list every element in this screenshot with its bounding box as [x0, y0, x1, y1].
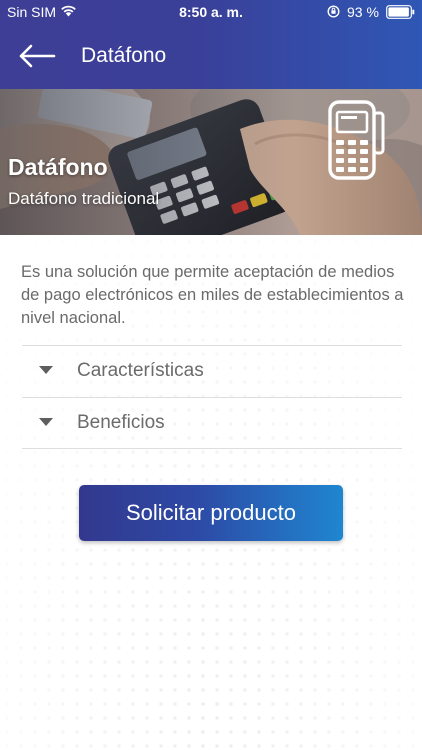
status-bar: Sin SIM 8:50 a. m. 93 %	[0, 0, 422, 24]
accordion-item-caracteristicas[interactable]: Características	[22, 345, 402, 397]
product-description: Es una solución que permite aceptación d…	[21, 263, 404, 327]
rotation-lock-icon	[327, 5, 340, 18]
accordion-item-beneficios[interactable]: Beneficios	[22, 397, 402, 449]
accordion-label: Características	[77, 360, 204, 381]
accordion-label: Beneficios	[77, 412, 165, 433]
hero-banner: Datáfono Datáfono tradicional	[0, 89, 422, 235]
product-title: Datáfono	[8, 154, 108, 180]
page-title: Datáfono	[81, 44, 167, 67]
arrow-left-icon	[19, 44, 56, 68]
back-button[interactable]	[14, 38, 60, 74]
pos-terminal-icon	[328, 100, 385, 180]
app-header: Sin SIM 8:50 a. m. 93 % Datáfono	[0, 0, 422, 89]
battery-percentage: 93 %	[347, 4, 379, 20]
caret-down-icon	[39, 418, 53, 426]
details-accordion: Características Beneficios	[22, 345, 402, 449]
product-subtitle: Datáfono tradicional	[8, 189, 160, 208]
request-product-button[interactable]: Solicitar producto	[79, 485, 343, 541]
battery-icon	[386, 5, 415, 19]
caret-down-icon	[39, 366, 53, 374]
